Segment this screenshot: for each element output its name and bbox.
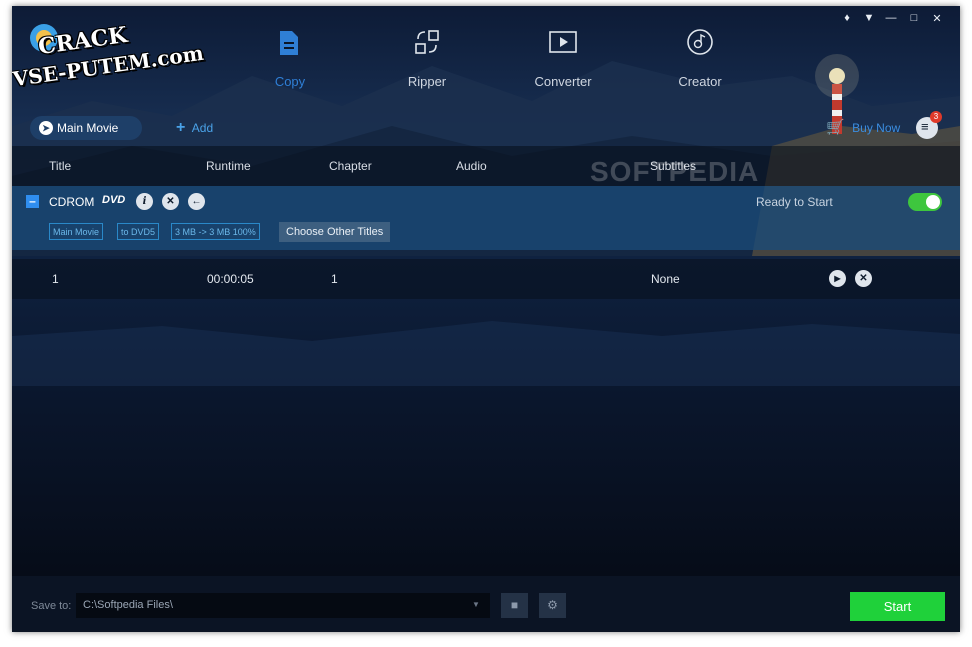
source-name: CDROM (49, 195, 95, 209)
nav-label-converter: Converter (534, 74, 592, 89)
browse-folder-button[interactable]: ■ (501, 593, 528, 618)
status-text: Ready to Start (756, 195, 833, 209)
softpedia-mark: SOFTPEDIA (590, 156, 760, 187)
tag-size: 3 MB -> 3 MB 100% (171, 223, 260, 240)
row-subtitles[interactable]: None (651, 272, 680, 286)
row-title: 1 (52, 272, 59, 286)
column-header: Title Runtime Chapter Audio Subtitles (12, 146, 960, 186)
creator-icon (687, 29, 713, 55)
dvd-icon: DVD (102, 194, 126, 206)
arrow-right-icon: ➤ (39, 121, 53, 135)
remove-icon[interactable]: ✕ (162, 193, 179, 210)
folder-icon: ■ (510, 598, 519, 612)
nav-label-creator: Creator (678, 74, 722, 89)
save-to-label: Save to: (31, 600, 72, 612)
column-chapter: Chapter (329, 159, 372, 173)
add-label: Add (191, 121, 214, 135)
nav-tab-creator[interactable]: Creator (645, 24, 755, 94)
row-runtime: 00:00:05 (207, 272, 254, 286)
main-movie-button[interactable]: ➤ Main Movie (30, 116, 142, 140)
save-path-value: C:\Softpedia Files\ (83, 599, 173, 611)
info-icon[interactable]: i (136, 193, 153, 210)
table-row[interactable] (12, 259, 960, 299)
nav-tab-ripper[interactable]: Ripper (372, 24, 482, 94)
buy-now-button[interactable]: 🛒 Buy Now (826, 118, 900, 138)
play-icon[interactable]: ▶ (829, 270, 846, 287)
tag-main-movie[interactable]: Main Movie (49, 223, 104, 240)
column-title: Title (49, 159, 72, 173)
converter-icon (549, 31, 577, 53)
skin-icon[interactable]: ♦ (840, 12, 854, 24)
column-runtime: Runtime (206, 159, 251, 173)
ripper-icon (415, 30, 439, 54)
nav-label-copy: Copy (274, 74, 306, 89)
choose-other-titles-button[interactable]: Choose Other Titles (279, 222, 391, 242)
task-badge: 3 (930, 111, 942, 123)
plus-icon: + (176, 119, 186, 136)
chevron-down-icon: ▼ (472, 600, 480, 609)
save-path-select[interactable]: C:\Softpedia Files\ ▼ (76, 593, 490, 618)
disc-settings-icon: ⚙ (547, 598, 558, 612)
minimize-icon[interactable]: — (884, 12, 898, 24)
list-icon: ≡ (921, 119, 929, 134)
nav-tab-converter[interactable]: Converter (508, 24, 618, 94)
nav-tab-copy[interactable]: Copy (235, 24, 345, 94)
app-window: CRACK VSE-PUTEM.com Copy Ripper Converte… (12, 6, 960, 632)
nav-label-ripper: Ripper (407, 74, 447, 89)
maximize-icon[interactable]: □ (907, 12, 921, 24)
iso-settings-button[interactable]: ⚙ (539, 593, 566, 618)
column-audio: Audio (456, 159, 487, 173)
buy-now-label: Buy Now (852, 121, 901, 135)
close-icon[interactable]: ✕ (930, 12, 944, 25)
row-chapter: 1 (331, 272, 338, 286)
copy-icon (280, 31, 298, 55)
menu-icon[interactable]: ▼ (862, 12, 876, 24)
enable-toggle[interactable] (908, 193, 942, 211)
add-button[interactable]: + Add (176, 119, 213, 139)
toggle-knob (926, 195, 940, 209)
edit-icon[interactable]: ← (188, 193, 205, 210)
task-list-button[interactable]: ≡ 3 (916, 111, 942, 139)
delete-title-icon[interactable]: ✕ (855, 270, 872, 287)
collapse-toggle[interactable]: – (26, 195, 39, 208)
tag-target[interactable]: to DVD5 (117, 223, 160, 240)
start-button[interactable]: Start (850, 592, 945, 621)
cart-icon: 🛒 (826, 119, 845, 136)
main-movie-label: Main Movie (57, 121, 119, 135)
